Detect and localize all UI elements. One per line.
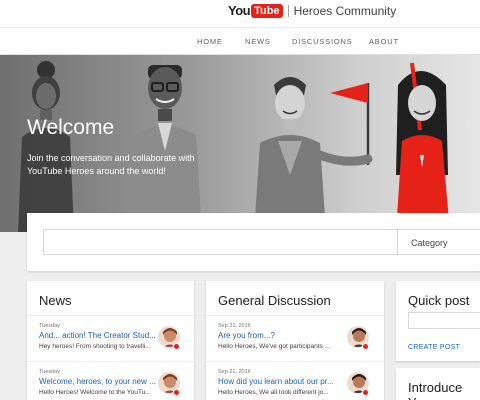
discussion-post[interactable]: Sep 21, 2016 Are you from...? Hello Hero… <box>206 315 384 361</box>
quick-post-card: Quick post CREATE POST <box>396 281 480 361</box>
post-date: Tuesday <box>39 369 60 375</box>
hero-figure-glasses <box>128 65 202 232</box>
hero-figure-left <box>18 61 74 232</box>
search-card: Category <box>27 213 480 271</box>
post-excerpt: Hello Heroes! Welcome to the YouTu... <box>39 389 151 396</box>
post-title-link[interactable]: How did you learn about our pr... <box>218 377 353 386</box>
search-input[interactable] <box>43 229 398 255</box>
post-title-link[interactable]: Welcome, heroes, to your new ... <box>39 377 174 386</box>
nav-about[interactable]: ABOUT <box>369 37 399 46</box>
news-post[interactable]: Tuesday Welcome, heroes, to your new ...… <box>27 361 194 400</box>
discussion-title: General Discussion <box>218 293 331 308</box>
post-date: Tuesday <box>39 323 60 329</box>
category-label: Category <box>411 238 448 248</box>
nav-news[interactable]: NEWS <box>245 37 271 46</box>
post-date: Sep 21, 2016 <box>218 369 251 375</box>
nav-home[interactable]: HOME <box>197 37 223 46</box>
category-dropdown[interactable]: Category <box>397 229 480 255</box>
post-excerpt: Hey heroes! From shooting to travelli... <box>39 343 151 350</box>
quick-post-input[interactable] <box>408 312 480 329</box>
news-post[interactable]: Tuesday And... action! The Creator Stud.… <box>27 315 194 361</box>
hero-title: Welcome <box>27 116 115 139</box>
introduce-title: Introduce Yo <box>408 380 463 400</box>
hero-banner: Welcome Join the conversation and collab… <box>0 55 480 232</box>
discussion-post[interactable]: Sep 21, 2016 How did you learn about our… <box>206 361 384 400</box>
post-title-link[interactable]: And... action! The Creator Stud... <box>39 331 174 340</box>
introduce-card: Introduce Yo <box>396 368 480 400</box>
logo-divider <box>287 4 289 17</box>
logo-tube-text: Tube <box>251 3 283 18</box>
hero-figure-flag <box>254 77 373 232</box>
create-post-link[interactable]: CREATE POST <box>408 344 460 351</box>
hero-figure-right <box>396 62 450 232</box>
hero-illustration <box>18 61 450 232</box>
youtube-badge-icon <box>362 389 369 396</box>
community-name: Heroes Community <box>293 3 397 18</box>
youtube-heroes-logo[interactable]: You Tube Heroes Community <box>228 3 396 18</box>
youtube-badge-icon <box>173 343 180 350</box>
nav-discussions[interactable]: DISCUSSIONS <box>292 37 352 46</box>
quick-post-title: Quick post <box>408 293 470 308</box>
logo-you-text: You <box>228 3 251 18</box>
discussion-card: General Discussion Sep 21, 2016 Are you … <box>206 281 384 400</box>
main-nav: HOME NEWS DISCUSSIONS ABOUT <box>0 27 480 55</box>
youtube-badge-icon <box>362 343 369 350</box>
post-date: Sep 21, 2016 <box>218 323 251 329</box>
hero-subtitle: Join the conversation and collaborate wi… <box>27 153 195 176</box>
news-title: News <box>39 293 72 308</box>
post-title-link[interactable]: Are you from...? <box>218 331 353 340</box>
post-excerpt: Hello Heroes, We all took different jo..… <box>218 389 329 396</box>
top-bar: You Tube Heroes Community <box>0 0 480 27</box>
youtube-badge-icon <box>173 389 180 396</box>
news-card: News Tuesday And... action! The Creator … <box>27 281 194 400</box>
post-excerpt: Hello Heroes, We've got participants ... <box>218 343 331 350</box>
